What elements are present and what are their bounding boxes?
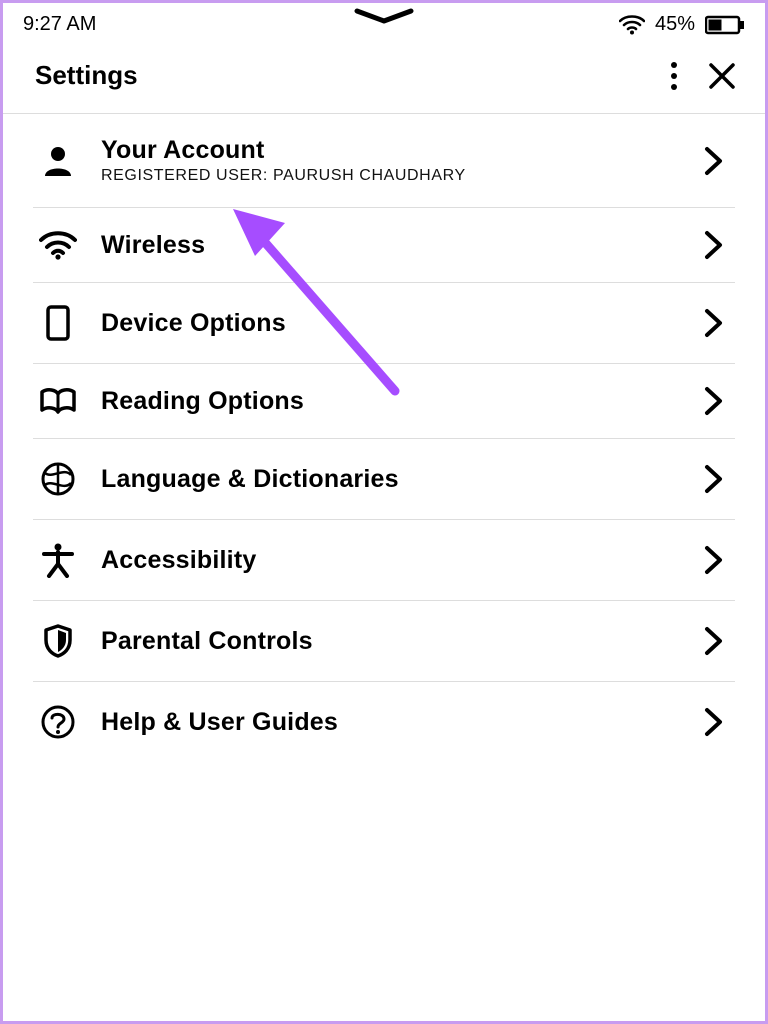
settings-item-help[interactable]: Help & User Guides [33, 682, 735, 762]
settings-item-title: Your Account [101, 136, 681, 165]
battery-percent: 45% [655, 13, 695, 36]
settings-item-title: Reading Options [101, 387, 681, 416]
settings-item-parental[interactable]: Parental Controls [33, 601, 735, 682]
battery-icon [705, 15, 745, 35]
settings-item-subtitle: REGISTERED USER: PAURUSH CHAUDHARY [101, 167, 681, 185]
settings-item-accessibility[interactable]: Accessibility [33, 520, 735, 601]
book-icon [37, 386, 79, 416]
settings-item-reading[interactable]: Reading Options [33, 364, 735, 439]
settings-item-title: Help & User Guides [101, 708, 681, 737]
page-title: Settings [35, 60, 138, 91]
chevron-right-icon [703, 707, 731, 737]
settings-item-text: Reading Options [101, 387, 681, 416]
device-icon [37, 305, 79, 341]
chevron-right-icon [703, 146, 731, 176]
status-right: 45% [619, 13, 745, 36]
accessibility-icon [37, 542, 79, 578]
person-icon [37, 144, 79, 178]
settings-item-text: Language & Dictionaries [101, 465, 681, 494]
header-actions [669, 61, 737, 91]
chevron-right-icon [703, 386, 731, 416]
chevron-right-icon [703, 545, 731, 575]
wifi-icon [619, 15, 645, 35]
settings-header: Settings [3, 42, 765, 114]
settings-item-account[interactable]: Your Account REGISTERED USER: PAURUSH CH… [33, 114, 735, 208]
settings-item-text: Accessibility [101, 546, 681, 575]
chevron-right-icon [703, 626, 731, 656]
settings-item-title: Wireless [101, 231, 681, 260]
chevron-right-icon [703, 464, 731, 494]
more-menu-icon[interactable] [669, 61, 679, 91]
settings-item-text: Device Options [101, 309, 681, 338]
chevron-right-icon [703, 230, 731, 260]
close-icon[interactable] [707, 61, 737, 91]
drag-handle-icon[interactable] [339, 7, 429, 27]
shield-icon [37, 623, 79, 659]
settings-item-text: Help & User Guides [101, 708, 681, 737]
app-frame: 9:27 AM 45% Settings [0, 0, 768, 1024]
settings-item-text: Parental Controls [101, 627, 681, 656]
settings-item-text: Your Account REGISTERED USER: PAURUSH CH… [101, 136, 681, 185]
chevron-right-icon [703, 308, 731, 338]
globe-icon [37, 461, 79, 497]
settings-item-device[interactable]: Device Options [33, 283, 735, 364]
help-icon [37, 704, 79, 740]
settings-item-title: Language & Dictionaries [101, 465, 681, 494]
settings-item-text: Wireless [101, 231, 681, 260]
settings-item-title: Accessibility [101, 546, 681, 575]
wifi-icon [37, 230, 79, 260]
settings-item-title: Parental Controls [101, 627, 681, 656]
settings-item-wireless[interactable]: Wireless [33, 208, 735, 283]
settings-item-language[interactable]: Language & Dictionaries [33, 439, 735, 520]
settings-list: Your Account REGISTERED USER: PAURUSH CH… [3, 114, 765, 762]
clock: 9:27 AM [23, 13, 96, 36]
settings-item-title: Device Options [101, 309, 681, 338]
